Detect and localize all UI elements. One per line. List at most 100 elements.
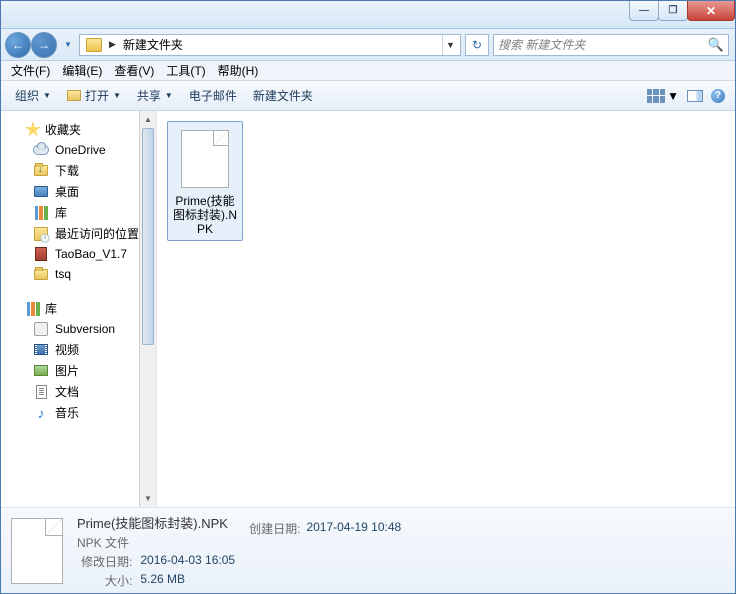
menu-bar: 文件(F) 编辑(E) 查看(V) 工具(T) 帮助(H) bbox=[1, 61, 735, 81]
file-item[interactable]: Prime(技能图标封装).NPK bbox=[167, 121, 243, 241]
sidebar-scrollbar[interactable]: ▲ ▼ bbox=[139, 111, 156, 507]
breadcrumb[interactable]: 新建文件夹 bbox=[119, 34, 187, 55]
window-buttons: — ❐ ✕ bbox=[630, 1, 735, 21]
sidebar-libraries-label: 库 bbox=[45, 300, 57, 317]
chevron-down-icon: ▼ bbox=[667, 89, 679, 103]
details-size-value: 5.26 MB bbox=[140, 572, 235, 589]
nav-history-dropdown[interactable]: ▼ bbox=[61, 32, 75, 58]
sidebar-item-label: Subversion bbox=[55, 322, 115, 336]
toolbar-organize[interactable]: 组织 ▼ bbox=[7, 85, 59, 106]
sidebar-item-label: 视频 bbox=[55, 341, 79, 358]
sidebar-item-label: TaoBao_V1.7 bbox=[55, 247, 127, 261]
file-list[interactable]: Prime(技能图标封装).NPK bbox=[157, 111, 735, 507]
sidebar-item-pictures[interactable]: 图片 bbox=[1, 360, 156, 381]
sidebar: 收藏夹 OneDrive 下载 桌面 库 最近访问的位置 TaoBao_V1.7… bbox=[1, 111, 157, 507]
toolbar-share[interactable]: 共享 ▼ bbox=[129, 85, 181, 106]
search-input[interactable]: 搜索 新建文件夹 🔍 bbox=[493, 34, 729, 56]
toolbar-email[interactable]: 电子邮件 bbox=[181, 85, 245, 106]
search-icon: 🔍 bbox=[708, 37, 724, 53]
help-button[interactable]: ? bbox=[711, 89, 725, 103]
sidebar-libraries-header[interactable]: 库 bbox=[1, 298, 156, 319]
address-dropdown[interactable]: ▼ bbox=[442, 35, 458, 55]
view-options[interactable]: ▼ bbox=[643, 87, 683, 105]
sidebar-item-label: 文档 bbox=[55, 383, 79, 400]
sidebar-favorites-label: 收藏夹 bbox=[45, 121, 81, 138]
details-file-name: Prime(技能图标封装).NPK bbox=[77, 513, 235, 532]
sidebar-favorites-header[interactable]: 收藏夹 bbox=[1, 119, 156, 140]
file-icon bbox=[181, 130, 229, 188]
toolbar-organize-label: 组织 bbox=[15, 87, 39, 104]
maximize-icon: ❐ bbox=[669, 5, 678, 16]
toolbar-open[interactable]: 打开▼ bbox=[59, 85, 129, 106]
refresh-button[interactable]: ↻ bbox=[465, 34, 489, 56]
sidebar-item-label: tsq bbox=[55, 267, 71, 281]
desktop-icon bbox=[34, 186, 48, 197]
folder-icon bbox=[86, 38, 102, 52]
toolbar-new-folder[interactable]: 新建文件夹 bbox=[245, 85, 321, 106]
details-meta: 修改日期: 2016-04-03 16:05 大小: 5.26 MB bbox=[81, 553, 235, 589]
menu-tools[interactable]: 工具(T) bbox=[160, 60, 211, 81]
sidebar-item-recent[interactable]: 最近访问的位置 bbox=[1, 223, 156, 244]
sidebar-item-label: 下载 bbox=[55, 162, 79, 179]
menu-edit[interactable]: 编辑(E) bbox=[56, 60, 108, 81]
address-bar[interactable]: ▶ 新建文件夹 ▼ bbox=[79, 34, 461, 56]
menu-view[interactable]: 查看(V) bbox=[108, 60, 160, 81]
toolbar-share-label: 共享 bbox=[137, 87, 161, 104]
details-created-key: 创建日期: bbox=[249, 520, 300, 537]
tiles-icon bbox=[647, 89, 665, 103]
back-button[interactable]: ← bbox=[5, 32, 31, 58]
menu-help[interactable]: 帮助(H) bbox=[212, 60, 265, 81]
file-name-label: Prime(技能图标封装).NPK bbox=[170, 194, 240, 236]
sidebar-item-libraries[interactable]: 库 bbox=[1, 202, 156, 223]
explorer-window: — ❐ ✕ ← → ▼ ▶ 新建文件夹 ▼ ↻ 搜索 新建文件夹 🔍 文件(F)… bbox=[0, 0, 736, 594]
library-icon bbox=[26, 302, 40, 316]
sidebar-item-label: 桌面 bbox=[55, 183, 79, 200]
maximize-button[interactable]: ❐ bbox=[658, 1, 688, 21]
details-modified-key: 修改日期: bbox=[81, 553, 132, 570]
back-arrow-icon: ← bbox=[12, 38, 24, 52]
minimize-icon: — bbox=[639, 5, 649, 16]
titlebar: — ❐ ✕ bbox=[1, 1, 735, 29]
sidebar-item-taobao[interactable]: TaoBao_V1.7 bbox=[1, 244, 156, 264]
folder-download-icon bbox=[34, 165, 48, 176]
picture-icon bbox=[34, 365, 48, 376]
cloud-icon bbox=[33, 145, 49, 155]
sidebar-item-documents[interactable]: 文档 bbox=[1, 381, 156, 402]
sidebar-item-downloads[interactable]: 下载 bbox=[1, 160, 156, 181]
scroll-up-icon[interactable]: ▲ bbox=[140, 111, 156, 128]
scroll-down-icon[interactable]: ▼ bbox=[140, 490, 156, 507]
forward-button[interactable]: → bbox=[31, 32, 57, 58]
sidebar-item-desktop[interactable]: 桌面 bbox=[1, 181, 156, 202]
details-created-value: 2017-04-19 10:48 bbox=[306, 520, 401, 537]
sidebar-item-tsq[interactable]: tsq bbox=[1, 264, 156, 284]
toolbar-open-label: 打开 bbox=[85, 87, 109, 104]
details-thumbnail bbox=[11, 518, 63, 584]
menu-file[interactable]: 文件(F) bbox=[5, 60, 56, 81]
details-pane: Prime(技能图标封装).NPK NPK 文件 修改日期: 2016-04-0… bbox=[1, 507, 735, 593]
folder-icon bbox=[34, 269, 48, 280]
scroll-thumb[interactable] bbox=[142, 128, 154, 345]
scroll-track[interactable] bbox=[140, 128, 156, 490]
sidebar-item-label: 最近访问的位置 bbox=[55, 225, 139, 242]
minimize-button[interactable]: — bbox=[629, 1, 659, 21]
close-button[interactable]: ✕ bbox=[687, 1, 735, 21]
sidebar-item-label: 图片 bbox=[55, 362, 79, 379]
video-icon bbox=[34, 344, 48, 355]
chevron-down-icon: ▼ bbox=[165, 91, 173, 100]
breadcrumb-sep-icon: ▶ bbox=[109, 39, 116, 50]
details-size-key: 大小: bbox=[81, 572, 132, 589]
details-meta-right: 创建日期: 2017-04-19 10:48 bbox=[249, 520, 401, 537]
address-bar-row: ← → ▼ ▶ 新建文件夹 ▼ ↻ 搜索 新建文件夹 🔍 bbox=[1, 29, 735, 61]
sidebar-item-music[interactable]: ♪音乐 bbox=[1, 402, 156, 423]
sidebar-item-label: 音乐 bbox=[55, 404, 79, 421]
body: 收藏夹 OneDrive 下载 桌面 库 最近访问的位置 TaoBao_V1.7… bbox=[1, 111, 735, 507]
preview-pane-icon bbox=[687, 90, 703, 102]
chevron-down-icon: ▼ bbox=[43, 91, 51, 100]
open-icon bbox=[67, 90, 81, 101]
toolbar: 组织 ▼ 打开▼ 共享 ▼ 电子邮件 新建文件夹 ▼ ? bbox=[1, 81, 735, 111]
sidebar-item-videos[interactable]: 视频 bbox=[1, 339, 156, 360]
sidebar-item-onedrive[interactable]: OneDrive bbox=[1, 140, 156, 160]
recent-icon bbox=[34, 227, 48, 241]
preview-pane-toggle[interactable] bbox=[683, 88, 707, 104]
sidebar-item-subversion[interactable]: Subversion bbox=[1, 319, 156, 339]
